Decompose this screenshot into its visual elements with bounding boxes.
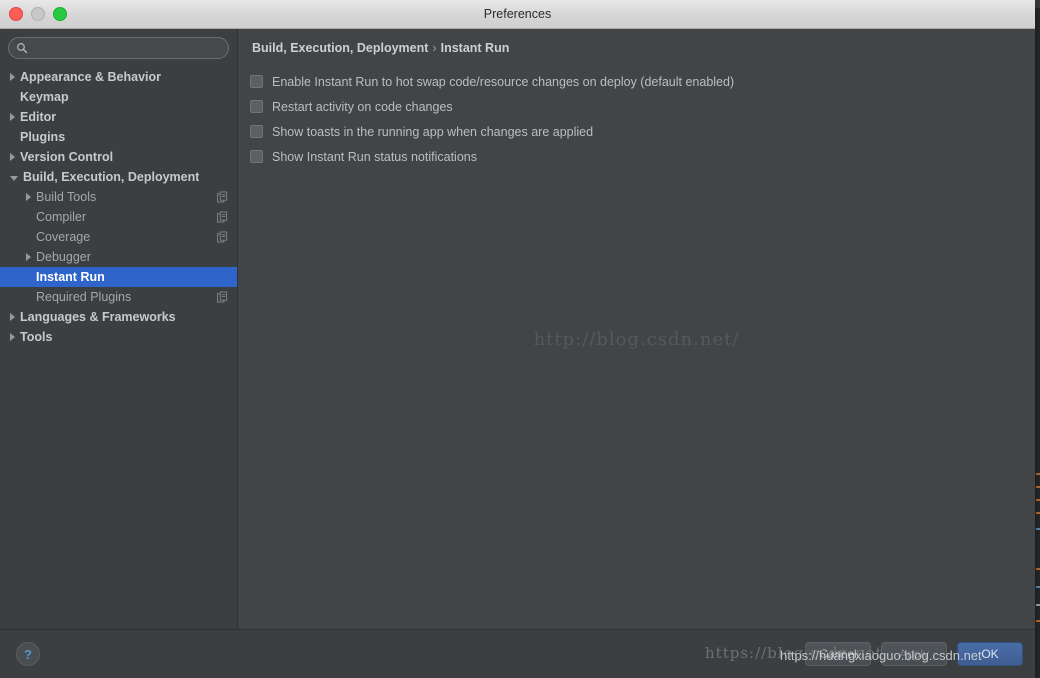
dialog-footer: ? Cancel Apply OK <box>0 629 1035 678</box>
footer-buttons: Cancel Apply OK <box>795 642 1023 666</box>
search-container <box>0 29 237 65</box>
option-label: Show Instant Run status notifications <box>272 149 477 164</box>
minimize-button[interactable] <box>31 7 45 21</box>
sidebar-item-plugins[interactable]: Plugins <box>0 127 237 147</box>
sidebar-item-label: Appearance & Behavior <box>20 70 162 84</box>
sidebar-item-debugger[interactable]: Debugger <box>0 247 237 267</box>
option-label: Restart activity on code changes <box>272 99 453 114</box>
instant-run-options: Enable Instant Run to hot swap code/reso… <box>238 65 1035 169</box>
checkbox-icon[interactable] <box>250 100 263 113</box>
sidebar-item-label: Editor <box>20 110 57 124</box>
chevron-right-icon[interactable] <box>10 333 15 341</box>
chevron-right-icon[interactable] <box>10 313 15 321</box>
sidebar-item-label: Coverage <box>36 230 91 244</box>
chevron-right-icon[interactable] <box>26 193 31 201</box>
dialog-title: Preferences <box>483 7 552 21</box>
search-input[interactable] <box>35 41 228 55</box>
sidebar-item-coverage[interactable]: Coverage <box>0 227 237 247</box>
chevron-right-icon[interactable] <box>26 253 31 261</box>
sidebar-item-compiler[interactable]: Compiler <box>0 207 237 227</box>
option-row[interactable]: Show Instant Run status notifications <box>250 144 1035 169</box>
search-field[interactable] <box>8 37 229 59</box>
project-scope-icon[interactable] <box>217 291 228 303</box>
checkbox-icon[interactable] <box>250 125 263 138</box>
sidebar-item-label: Keymap <box>20 90 69 104</box>
sidebar-item-label: Debugger <box>36 250 91 264</box>
project-scope-icon[interactable] <box>217 231 228 243</box>
sidebar-item-build-tools[interactable]: Build Tools <box>0 187 237 207</box>
project-scope-icon[interactable] <box>217 191 228 203</box>
watermark-center: http://blog.csdn.net/ <box>533 329 740 350</box>
window-controls <box>9 7 67 21</box>
search-icon <box>17 43 28 54</box>
ide-right-edge <box>1035 8 1040 678</box>
checkbox-icon[interactable] <box>250 75 263 88</box>
sidebar-item-version-control[interactable]: Version Control <box>0 147 237 167</box>
checkbox-icon[interactable] <box>250 150 263 163</box>
ok-button[interactable]: OK <box>957 642 1023 666</box>
option-label: Show toasts in the running app when chan… <box>272 124 594 139</box>
sidebar-item-label: Build, Execution, Deployment <box>23 170 200 184</box>
settings-content-pane: Build, Execution, Deployment › Instant Run… <box>238 29 1035 629</box>
chevron-down-icon[interactable] <box>10 175 18 181</box>
apply-button: Apply <box>881 642 947 666</box>
close-button[interactable] <box>9 7 23 21</box>
sidebar-item-tools[interactable]: Tools <box>0 327 237 347</box>
help-icon[interactable]: ? <box>16 642 40 666</box>
sidebar-item-required-plugins[interactable]: Required Plugins <box>0 287 237 307</box>
sidebar-item-editor[interactable]: Editor <box>0 107 237 127</box>
option-row[interactable]: Show toasts in the running app when chan… <box>250 119 1035 144</box>
breadcrumb: Build, Execution, Deployment › Instant Run <box>238 29 1035 65</box>
breadcrumb-current: Instant Run <box>440 41 510 55</box>
sidebar-item-keymap[interactable]: Keymap <box>0 87 237 107</box>
settings-sidebar: Appearance & Behavior Keymap Editor Plugins… <box>0 29 238 629</box>
sidebar-item-appearance-behavior[interactable]: Appearance & Behavior <box>0 67 237 87</box>
sidebar-item-label: Version Control <box>20 150 114 164</box>
breadcrumb-separator-icon: › <box>432 41 437 55</box>
project-scope-icon[interactable] <box>217 211 228 223</box>
option-label: Enable Instant Run to hot swap code/reso… <box>272 74 735 89</box>
chevron-right-icon[interactable] <box>10 113 15 121</box>
sidebar-item-label: Required Plugins <box>36 290 132 304</box>
preferences-dialog: Preferences Appearance & Behavior Keymap E… <box>0 0 1035 678</box>
sidebar-item-build-execution-deployment[interactable]: Build, Execution, Deployment <box>0 167 237 187</box>
sidebar-item-label: Tools <box>20 330 53 344</box>
screen: Build stripe.fib (file) /Users/wuhuihuan… <box>0 0 1040 678</box>
sidebar-item-languages-frameworks[interactable]: Languages & Frameworks <box>0 307 237 327</box>
sidebar-item-label: Compiler <box>36 210 87 224</box>
cancel-button[interactable]: Cancel <box>805 642 871 666</box>
option-row[interactable]: Restart activity on code changes <box>250 94 1035 119</box>
sidebar-item-label: Languages & Frameworks <box>20 310 176 324</box>
sidebar-item-label: Instant Run <box>36 270 105 284</box>
dialog-titlebar: Preferences <box>0 0 1035 29</box>
sidebar-item-label: Build Tools <box>36 190 97 204</box>
sidebar-item-label: Plugins <box>20 130 66 144</box>
breadcrumb-parent[interactable]: Build, Execution, Deployment <box>252 41 428 55</box>
option-row[interactable]: Enable Instant Run to hot swap code/reso… <box>250 69 1035 94</box>
dialog-body: Appearance & Behavior Keymap Editor Plugins… <box>0 29 1035 629</box>
settings-tree[interactable]: Appearance & Behavior Keymap Editor Plugins… <box>0 65 237 629</box>
chevron-right-icon[interactable] <box>10 153 15 161</box>
zoom-button[interactable] <box>53 7 67 21</box>
chevron-right-icon[interactable] <box>10 73 15 81</box>
sidebar-item-instant-run[interactable]: Instant Run <box>0 267 237 287</box>
